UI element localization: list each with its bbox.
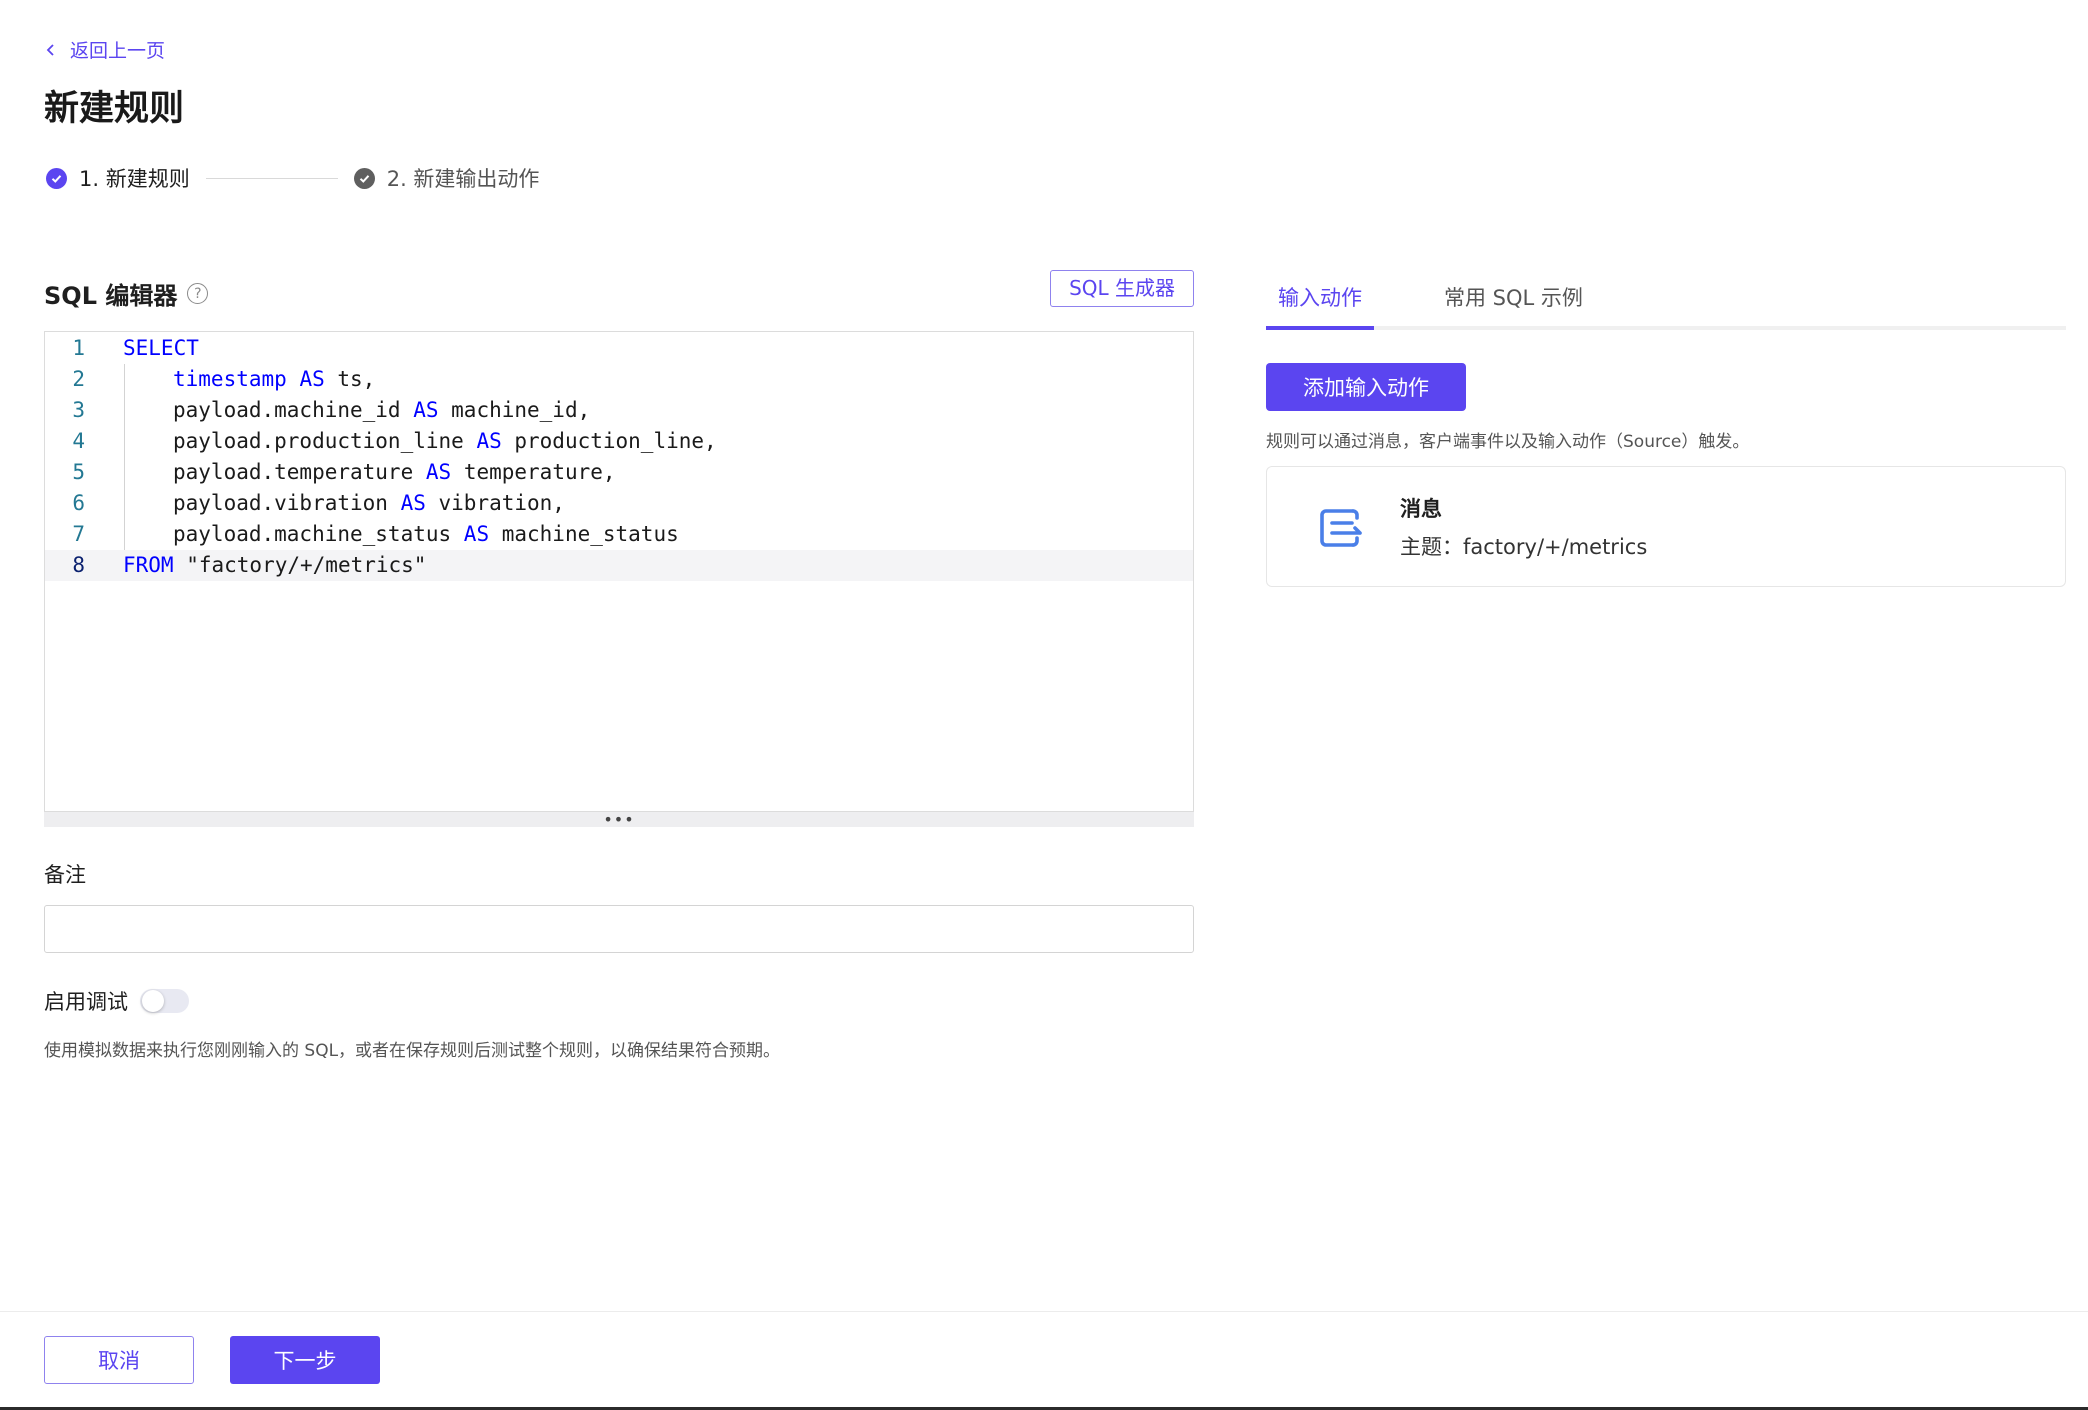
- indent-guide: [124, 488, 125, 519]
- code-segment: machine_id,: [438, 398, 591, 422]
- editor-resize-handle[interactable]: •••: [44, 811, 1194, 827]
- next-step-button[interactable]: 下一步: [230, 1336, 380, 1384]
- step-create-rule: 1. 新建规则: [46, 163, 190, 193]
- sql-keyword: AS: [425, 460, 452, 484]
- code-line-current: 8 FROM "factory/+/metrics": [45, 550, 1193, 581]
- sql-keyword: timestamp: [173, 367, 287, 391]
- add-input-action-button[interactable]: 添加输入动作: [1266, 363, 1466, 411]
- debug-description: 使用模拟数据来执行您刚刚输入的 SQL，或者在保存规则后测试整个规则，以确保结果…: [44, 1041, 781, 1061]
- code-text: payload.production_line AS production_li…: [173, 426, 717, 457]
- source-description: 规则可以通过消息，客户端事件以及输入动作（Source）触发。: [1266, 432, 1750, 452]
- sql-keyword: AS: [400, 491, 426, 515]
- source-topic: 主题：factory/+/metrics: [1400, 535, 1648, 559]
- help-icon[interactable]: ?: [187, 283, 209, 304]
- indent-guide: [124, 519, 125, 550]
- debug-toggle[interactable]: [140, 989, 189, 1013]
- tab-sql-examples[interactable]: 常用 SQL 示例: [1444, 282, 1583, 312]
- code-segment: payload.temperature: [173, 460, 426, 484]
- message-source-icon: [1320, 509, 1362, 547]
- code-line: 3 payload.machine_id AS machine_id,: [45, 395, 1193, 426]
- page-title: 新建规则: [44, 89, 185, 129]
- check-circle-icon: [353, 167, 375, 189]
- code-segment: "factory/+/metrics": [173, 553, 427, 577]
- toggle-knob: [142, 990, 164, 1012]
- sql-keyword: FROM: [123, 553, 174, 577]
- debug-label: 启用调试: [44, 990, 128, 1014]
- line-number: 4: [72, 429, 85, 453]
- page-root: 返回上一页 新建规则 1. 新建规则 2. 新建输出动作 SQL 编辑器 ? S…: [0, 0, 2088, 1410]
- sql-keyword: AS: [413, 398, 439, 422]
- steps-indicator: 1. 新建规则 2. 新建输出动作: [46, 163, 539, 193]
- step-label: 2. 新建输出动作: [386, 167, 540, 191]
- code-text: payload.temperature AS temperature,: [173, 457, 616, 488]
- line-number: 1: [72, 336, 85, 360]
- sql-keyword: AS: [463, 522, 490, 546]
- code-segment: payload.machine_id: [173, 398, 414, 422]
- sql-generator-button[interactable]: SQL 生成器: [1050, 270, 1194, 307]
- input-action-panel: 输入动作 常用 SQL 示例 添加输入动作 规则可以通过消息，客户端事件以及输入…: [1266, 270, 2066, 587]
- back-link[interactable]: 返回上一页: [44, 36, 165, 63]
- line-number: 6: [72, 491, 85, 515]
- sql-editor-header: SQL 编辑器 ? SQL 生成器: [44, 270, 1194, 314]
- line-number: 2: [72, 367, 85, 391]
- tab-ink-bar: [1266, 326, 1374, 330]
- indent-guide: [124, 364, 125, 395]
- sql-editor-section: SQL 编辑器 ? SQL 生成器 1 SELECT 2 timestamp A…: [44, 270, 1194, 1061]
- debug-row: 启用调试: [44, 986, 1194, 1016]
- indent-guide: [124, 457, 125, 488]
- code-line: 6 payload.vibration AS vibration,: [45, 488, 1193, 519]
- tab-bar: 输入动作 常用 SQL 示例: [1266, 270, 2066, 330]
- code-segment: machine_status: [489, 522, 679, 546]
- code-line: 2 timestamp AS ts,: [45, 364, 1193, 395]
- code-line: 1 SELECT: [45, 333, 1193, 364]
- code-text: payload.machine_status AS machine_status: [173, 519, 679, 550]
- step-label: 1. 新建规则: [79, 167, 190, 191]
- message-source-card[interactable]: 消息 主题：factory/+/metrics: [1266, 466, 2066, 587]
- step-connector: [205, 177, 338, 179]
- check-circle-icon: [46, 167, 67, 189]
- code-text: timestamp AS ts,: [173, 364, 375, 395]
- indent-guide: [124, 395, 125, 426]
- code-segment: production_line,: [501, 429, 717, 453]
- note-input[interactable]: [44, 905, 1194, 953]
- code-segment: vibration,: [425, 491, 565, 515]
- code-text: payload.machine_id AS machine_id,: [173, 395, 590, 426]
- cancel-button[interactable]: 取消: [44, 1336, 194, 1384]
- line-number: 7: [72, 522, 85, 546]
- line-number: 5: [72, 460, 85, 484]
- line-number: 3: [72, 398, 85, 422]
- sql-keyword: AS: [299, 367, 325, 391]
- sql-keyword: SELECT: [123, 336, 199, 360]
- code-text: FROM "factory/+/metrics": [123, 550, 426, 581]
- sql-code-editor[interactable]: 1 SELECT 2 timestamp AS ts, 3 payload.ma…: [44, 331, 1194, 811]
- code-segment: temperature,: [451, 460, 616, 484]
- code-segment: payload.production_line: [173, 429, 477, 453]
- chevron-left-icon: [46, 43, 54, 56]
- tab-input-actions[interactable]: 输入动作: [1278, 282, 1362, 312]
- code-segment: ts,: [324, 367, 376, 391]
- code-line: 5 payload.temperature AS temperature,: [45, 457, 1193, 488]
- back-link-label: 返回上一页: [70, 40, 166, 62]
- line-number: 8: [72, 553, 85, 577]
- sql-editor-title-text: SQL 编辑器: [44, 282, 178, 310]
- sql-editor-title: SQL 编辑器 ?: [44, 276, 209, 311]
- code-text: SELECT: [123, 333, 199, 364]
- indent-guide: [124, 426, 125, 457]
- code-segment: payload.machine_status: [173, 522, 464, 546]
- code-line: 7 payload.machine_status AS machine_stat…: [45, 519, 1193, 550]
- note-label: 备注: [44, 863, 86, 887]
- step-create-output: 2. 新建输出动作: [353, 163, 540, 193]
- footer-bar: 取消 下一步: [0, 1311, 2088, 1410]
- source-title: 消息: [1400, 497, 1442, 521]
- code-line: 4 payload.production_line AS production_…: [45, 426, 1193, 457]
- code-segment: payload.vibration: [173, 491, 401, 515]
- sql-keyword: AS: [476, 429, 502, 453]
- code-text: payload.vibration AS vibration,: [173, 488, 565, 519]
